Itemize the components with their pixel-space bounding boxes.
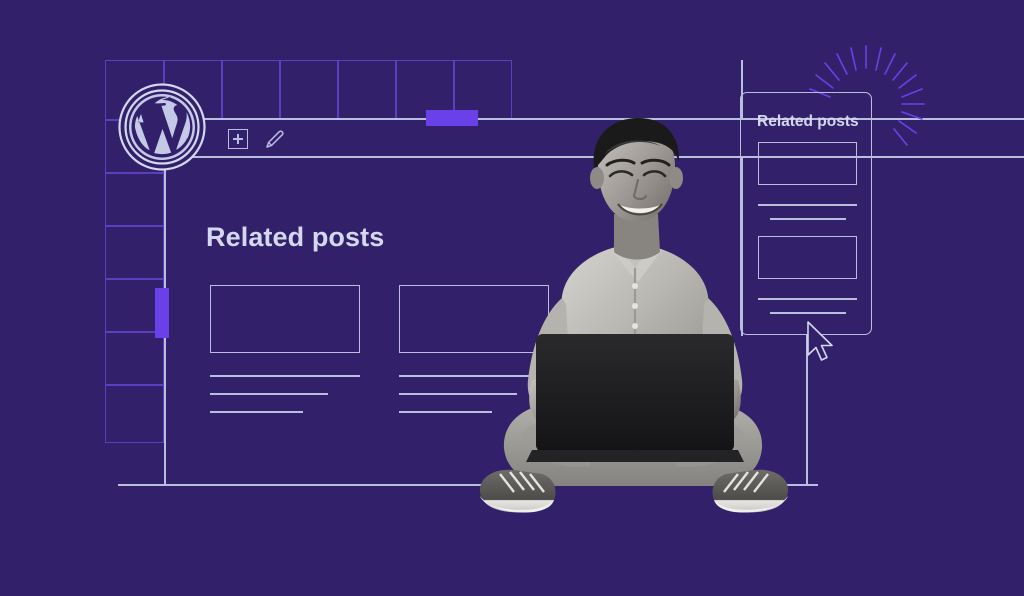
sidebar-grid-cell [105, 226, 164, 279]
sidebar-grid-cell [105, 332, 164, 385]
top-grid-cell [338, 60, 396, 120]
post-thumbnail [210, 285, 360, 353]
post-text-line [210, 393, 328, 395]
plus-icon[interactable] [228, 129, 248, 149]
mouse-cursor-icon [806, 320, 840, 368]
pencil-icon[interactable] [264, 128, 286, 150]
person-with-laptop-photo [462, 118, 807, 543]
illustration-canvas: Related posts Related posts [0, 0, 1024, 596]
accent-bar-left [155, 288, 169, 338]
post-text-line [210, 375, 360, 377]
top-grid-cell [222, 60, 280, 120]
wordpress-logo [118, 83, 206, 171]
sidebar-grid-cell [105, 385, 164, 443]
sidebar-grid-cell [105, 173, 164, 226]
page-title: Related posts [206, 222, 385, 252]
post-text-line [210, 411, 303, 413]
top-grid-cell [280, 60, 338, 120]
